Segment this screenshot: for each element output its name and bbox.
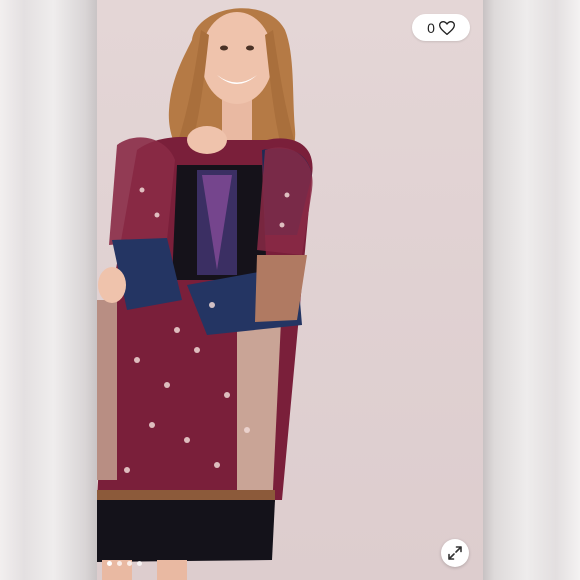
expand-image-button[interactable] xyxy=(441,539,469,567)
carousel-dot-3[interactable] xyxy=(127,561,132,566)
expand-arrows-icon xyxy=(448,546,462,560)
heart-outline-icon xyxy=(438,20,455,35)
like-button[interactable]: 0 xyxy=(412,14,470,41)
carousel-dot-1[interactable] xyxy=(107,561,112,566)
blurred-right-margin xyxy=(483,0,580,580)
like-count: 0 xyxy=(427,19,435,36)
carousel-dot-4[interactable] xyxy=(137,561,142,566)
carousel-dot-2[interactable] xyxy=(117,561,122,566)
blurred-left-margin xyxy=(0,0,97,580)
product-photo[interactable] xyxy=(97,0,483,580)
carousel-indicator xyxy=(107,561,142,566)
model-illustration xyxy=(97,8,313,580)
